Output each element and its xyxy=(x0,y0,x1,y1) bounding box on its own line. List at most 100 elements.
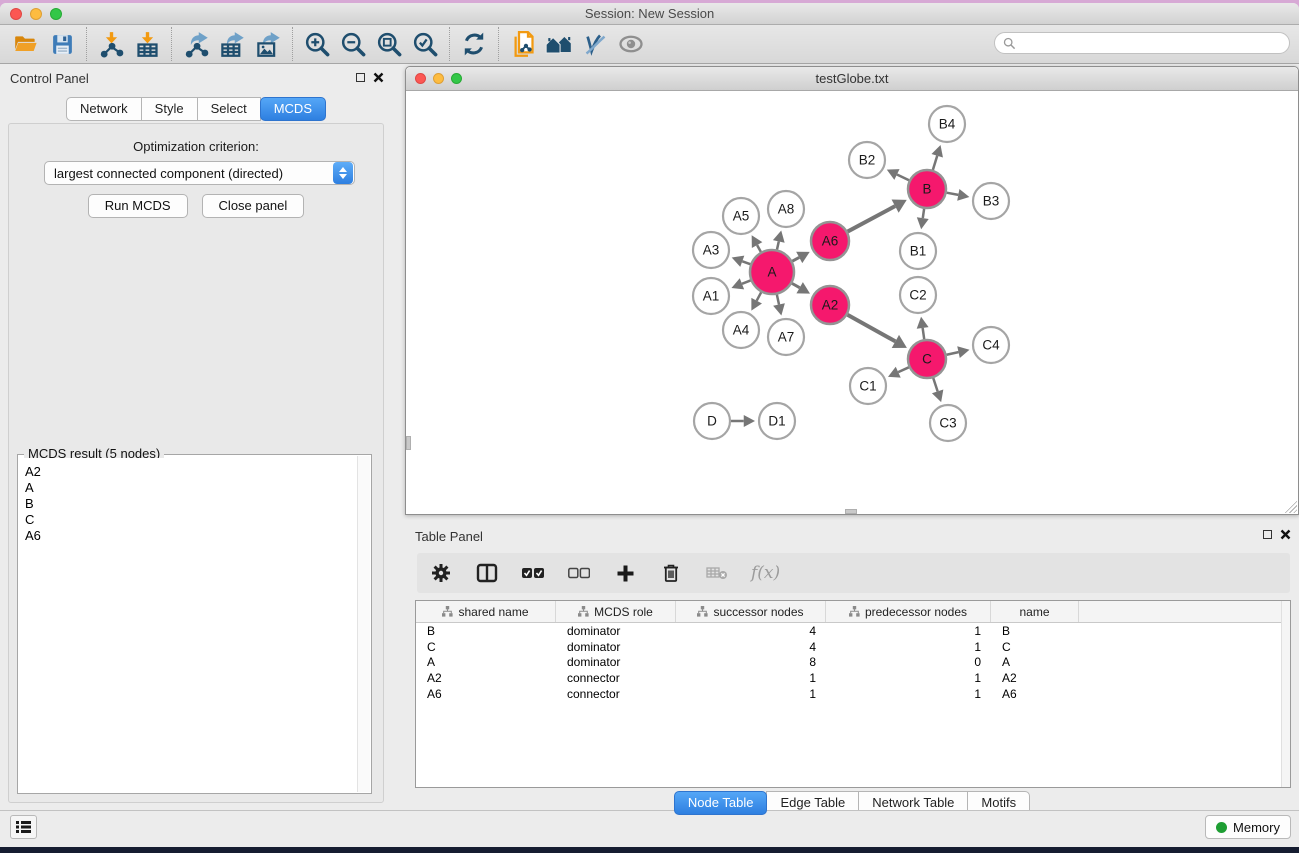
graph-edge-b-b2[interactable] xyxy=(897,174,909,180)
result-item-a6[interactable]: A6 xyxy=(19,528,356,544)
table-scrollbar[interactable] xyxy=(1281,601,1290,787)
graph-node-a3[interactable]: A3 xyxy=(693,232,729,268)
zoom-in-icon[interactable] xyxy=(299,28,335,60)
function-builder-icon[interactable]: f(x) xyxy=(751,563,780,583)
close-panel-icon[interactable] xyxy=(373,72,384,83)
show-all-eye-icon[interactable] xyxy=(613,28,649,60)
graph-node-b4[interactable]: B4 xyxy=(929,106,965,142)
graph-node-a7[interactable]: A7 xyxy=(768,319,804,355)
result-item-a[interactable]: A xyxy=(19,480,356,496)
home-view-icon[interactable] xyxy=(541,28,577,60)
graph-edge-c-c2[interactable] xyxy=(923,328,925,339)
graph-node-b[interactable]: B xyxy=(908,170,946,208)
graph-edge-c-c3[interactable] xyxy=(933,378,937,391)
graph-node-b1[interactable]: B1 xyxy=(900,233,936,269)
settings-gear-icon[interactable] xyxy=(429,561,453,585)
vertical-scroll-nub[interactable] xyxy=(406,436,411,450)
graph-node-d1[interactable]: D1 xyxy=(759,403,795,439)
column-header-name[interactable]: name xyxy=(991,601,1079,622)
float-panel-icon[interactable] xyxy=(356,73,365,82)
select-all-checkboxes-icon[interactable] xyxy=(521,561,545,585)
graph-node-c4[interactable]: C4 xyxy=(973,327,1009,363)
clone-network-icon[interactable] xyxy=(505,28,541,60)
graph-node-a1[interactable]: A1 xyxy=(693,278,729,314)
delete-columns-icon[interactable] xyxy=(659,561,683,585)
result-item-a2[interactable]: A2 xyxy=(19,464,356,480)
delete-table-icon[interactable] xyxy=(705,561,729,585)
column-header-shared-name[interactable]: shared name xyxy=(416,601,556,622)
zoom-fit-icon[interactable] xyxy=(371,28,407,60)
add-column-icon[interactable] xyxy=(613,561,637,585)
column-header-successor-nodes[interactable]: successor nodes xyxy=(676,601,826,622)
tab-select[interactable]: Select xyxy=(197,97,261,121)
graph-node-a8[interactable]: A8 xyxy=(768,191,804,227)
table-row-c[interactable]: Cdominator41C xyxy=(416,639,1290,655)
graph-node-a[interactable]: A xyxy=(750,250,794,294)
column-chooser-icon[interactable] xyxy=(475,561,499,585)
memory-button[interactable]: Memory xyxy=(1205,815,1291,839)
horizontal-scroll-nub[interactable] xyxy=(845,509,857,514)
graph-edge-a-a2[interactable] xyxy=(792,283,800,287)
column-header-mcds-role[interactable]: MCDS role xyxy=(556,601,676,622)
network-window-titlebar[interactable]: testGlobe.txt xyxy=(406,67,1298,91)
hide-selected-icon[interactable] xyxy=(577,28,613,60)
graph-edge-b-b3[interactable] xyxy=(947,193,959,195)
graph-node-b2[interactable]: B2 xyxy=(849,142,885,178)
graph-node-c1[interactable]: C1 xyxy=(850,368,886,404)
graph-edge-a-a7[interactable] xyxy=(777,294,779,304)
graph-node-a2[interactable]: A2 xyxy=(811,286,849,324)
graph-edge-a-a5[interactable] xyxy=(757,245,761,252)
network-canvas[interactable]: A A1 A2 A3 A4 A5 A6 A7 A8 B B1 B2 B3 B4 C C1 C2 C3 C4 D D1 xyxy=(406,91,1298,514)
graph-edge-a6-b[interactable] xyxy=(848,206,895,231)
graph-edge-a-a3[interactable] xyxy=(742,261,750,264)
tab-style[interactable]: Style xyxy=(141,97,198,121)
graph-edge-a2-c[interactable] xyxy=(847,315,895,342)
graph-node-b3[interactable]: B3 xyxy=(973,183,1009,219)
graph-edge-a-a6[interactable] xyxy=(792,257,799,261)
zoom-selected-icon[interactable] xyxy=(407,28,443,60)
graph-node-a6[interactable]: A6 xyxy=(811,222,849,260)
deselect-all-checkboxes-icon[interactable] xyxy=(567,561,591,585)
export-table-icon[interactable] xyxy=(214,28,250,60)
import-table-icon[interactable] xyxy=(129,28,165,60)
graph-node-c2[interactable]: C2 xyxy=(900,277,936,313)
table-row-a2[interactable]: A2connector11A2 xyxy=(416,670,1290,686)
open-folder-icon[interactable] xyxy=(8,28,44,60)
result-item-b[interactable]: B xyxy=(19,496,356,512)
tab-network[interactable]: Network xyxy=(66,97,142,121)
apply-layout-icon[interactable] xyxy=(456,28,492,60)
graph-node-c[interactable]: C xyxy=(908,340,946,378)
column-header-predecessor-nodes[interactable]: predecessor nodes xyxy=(826,601,991,622)
tab-mcds[interactable]: MCDS xyxy=(260,97,326,121)
float-table-panel-icon[interactable] xyxy=(1263,530,1272,539)
run-mcds-button[interactable]: Run MCDS xyxy=(88,194,188,218)
graph-edge-c-c4[interactable] xyxy=(947,352,959,355)
graph-edge-a-a8[interactable] xyxy=(777,241,779,249)
graph-node-a5[interactable]: A5 xyxy=(723,198,759,234)
cell: dominator xyxy=(556,655,676,669)
optimization-criterion-dropdown[interactable]: largest connected component (directed) xyxy=(44,161,355,185)
graph-edge-b-b1[interactable] xyxy=(923,209,924,218)
graph-edge-a-a1[interactable] xyxy=(742,280,751,283)
export-network-icon[interactable] xyxy=(178,28,214,60)
export-image-icon[interactable] xyxy=(250,28,286,60)
save-session-icon[interactable] xyxy=(44,28,80,60)
import-network-icon[interactable] xyxy=(93,28,129,60)
table-tab-node-table[interactable]: Node Table xyxy=(674,791,768,815)
graph-edge-c-c1[interactable] xyxy=(898,367,909,372)
result-scrollbar[interactable] xyxy=(357,456,370,792)
table-row-a[interactable]: Adominator80A xyxy=(416,655,1290,671)
table-row-b[interactable]: Bdominator41B xyxy=(416,623,1290,639)
graph-node-a4[interactable]: A4 xyxy=(723,312,759,348)
close-panel-button[interactable]: Close panel xyxy=(202,194,305,218)
graph-node-c3[interactable]: C3 xyxy=(930,405,966,441)
graph-node-d[interactable]: D xyxy=(694,403,730,439)
graph-edge-b-b4[interactable] xyxy=(933,156,937,170)
close-table-panel-icon[interactable] xyxy=(1280,529,1291,540)
table-row-a6[interactable]: A6connector11A6 xyxy=(416,686,1290,702)
zoom-out-icon[interactable] xyxy=(335,28,371,60)
result-item-c[interactable]: C xyxy=(19,512,356,528)
graph-edge-a-a4[interactable] xyxy=(757,292,761,300)
search-input[interactable] xyxy=(1021,36,1281,50)
task-history-button[interactable] xyxy=(10,815,37,839)
